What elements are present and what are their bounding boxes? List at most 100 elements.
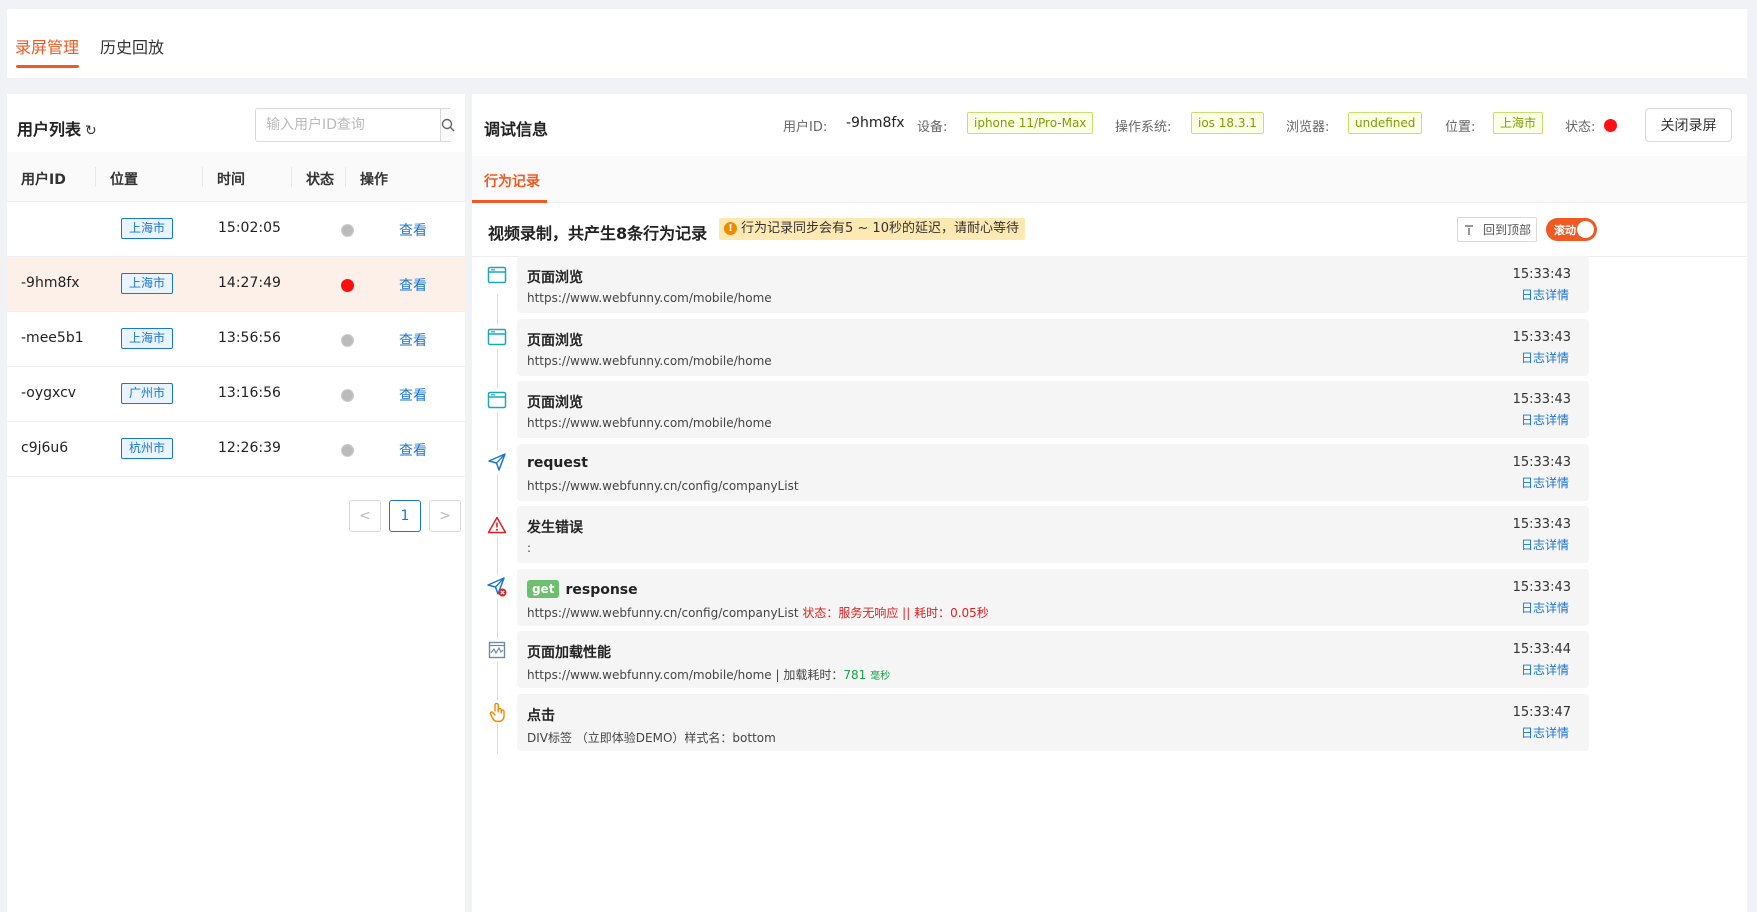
- view-link[interactable]: 查看: [399, 440, 427, 460]
- record-detail: :: [527, 541, 532, 555]
- log-detail-link[interactable]: 日志详情: [1521, 474, 1569, 491]
- paper-plane-error-icon: [485, 575, 509, 599]
- status-dot-online: [341, 279, 354, 292]
- log-detail-link[interactable]: 日志详情: [1521, 724, 1569, 741]
- next-page-button[interactable]: >: [429, 500, 461, 532]
- back-to-top-label: 回到顶部: [1482, 223, 1531, 237]
- user-id-value: -9hm8fx: [846, 115, 905, 131]
- status-dot-offline: [341, 389, 354, 402]
- view-link[interactable]: 查看: [399, 275, 427, 295]
- column-action: 操作: [360, 172, 388, 188]
- record-card: 页面浏览 https://www.webfunny.com/mobile/hom…: [517, 256, 1589, 313]
- view-link[interactable]: 查看: [399, 385, 427, 405]
- column-location: 位置: [110, 172, 138, 188]
- record-title: 页面浏览: [527, 333, 583, 349]
- record-time: 15:33:43: [1512, 580, 1571, 595]
- status-label: 状态:: [1565, 120, 1596, 135]
- response-status-text: 状态：服务无响应 || 耗时：0.05秒: [802, 606, 989, 620]
- user-search: [255, 108, 455, 142]
- record-detail: https://www.webfunny.com/mobile/home | 加…: [527, 666, 890, 683]
- log-detail-link[interactable]: 日志详情: [1521, 286, 1569, 303]
- location-tag: 杭州市: [121, 438, 174, 459]
- log-detail-link[interactable]: 日志详情: [1521, 349, 1569, 366]
- search-input[interactable]: [256, 109, 440, 141]
- table-header: 用户ID 位置 时间 状态 操作: [7, 152, 465, 202]
- log-detail-link[interactable]: 日志详情: [1521, 661, 1569, 678]
- record-url: https://www.webfunny.cn/config/companyLi…: [527, 606, 799, 620]
- user-id-label: 用户ID:: [783, 120, 828, 135]
- scroll-toggle[interactable]: 滚动: [1546, 218, 1597, 241]
- browser-label: 浏览器:: [1286, 120, 1330, 135]
- scroll-toggle-label: 滚动: [1554, 224, 1576, 237]
- record-detail: https://www.webfunny.com/mobile/home: [527, 416, 772, 430]
- browser-window-icon: [485, 263, 509, 287]
- record-detail: https://www.webfunny.cn/config/companyLi…: [527, 479, 799, 493]
- status-dot-offline: [341, 224, 354, 237]
- record-title: 页面浏览: [527, 395, 583, 411]
- column-user-id: 用户ID: [21, 172, 66, 188]
- column-status: 状态: [306, 172, 334, 188]
- table-row[interactable]: c9j6u6 杭州市 12:26:39 查看: [7, 422, 465, 477]
- record-card: 页面加载性能 https://www.webfunny.com/mobile/h…: [517, 631, 1589, 688]
- record-card: get response https://www.webfunny.cn/conf…: [517, 569, 1589, 626]
- column-divider: [345, 167, 346, 187]
- cell-user-id: -oygxcv: [21, 385, 77, 401]
- record-time: 15:33:43: [1512, 392, 1571, 407]
- record-time: 15:33:43: [1512, 455, 1571, 470]
- record-card: 发生错误 : 15:33:43 日志详情: [517, 506, 1589, 563]
- records-header: 视频录制，共产生8条行为记录 ! 行为记录同步会有5 ~ 10秒的延迟，请耐心等…: [472, 203, 1747, 257]
- log-detail-link[interactable]: 日志详情: [1521, 536, 1569, 553]
- record-time: 15:33:43: [1512, 267, 1571, 282]
- sub-tab-bar: 行为记录: [472, 156, 1747, 203]
- view-link[interactable]: 查看: [399, 220, 427, 240]
- page-1-button[interactable]: 1: [389, 500, 421, 532]
- records-title: 视频录制，共产生8条行为记录: [488, 224, 708, 243]
- record-time: 15:33:43: [1512, 517, 1571, 532]
- device-label: 设备:: [917, 120, 948, 135]
- tap-finger-icon: [485, 700, 509, 724]
- method-badge: get: [527, 580, 560, 598]
- table-row[interactable]: 上海市 15:02:05 查看: [7, 202, 465, 257]
- delay-notice-text: 行为记录同步会有5 ~ 10秒的延迟，请耐心等待: [741, 221, 1019, 236]
- prev-page-button[interactable]: <: [349, 500, 381, 532]
- record-detail: DIV标签 （立即体验DEMO）样式名：bottom: [527, 731, 776, 745]
- record-card: request https://www.webfunny.cn/config/c…: [517, 444, 1589, 501]
- log-detail-link[interactable]: 日志详情: [1521, 599, 1569, 616]
- location-tag: 上海市: [121, 328, 174, 349]
- back-to-top-button[interactable]: 回到顶部: [1457, 217, 1537, 242]
- column-divider: [95, 167, 96, 187]
- view-link[interactable]: 查看: [399, 330, 427, 350]
- info-icon: !: [724, 222, 737, 235]
- debug-info-title: 调试信息: [484, 120, 549, 139]
- search-icon: [441, 118, 455, 132]
- top-tab-bar: 录屏管理 历史回放: [7, 9, 1747, 78]
- debug-info-panel: 调试信息 用户ID: -9hm8fx 设备: iphone 11/Pro-Max…: [472, 94, 1747, 912]
- table-row-selected[interactable]: -9hm8fx 上海市 14:27:49 查看: [7, 257, 465, 312]
- tab-behavior-records[interactable]: 行为记录: [484, 171, 540, 191]
- log-detail-link[interactable]: 日志详情: [1521, 411, 1569, 428]
- refresh-icon[interactable]: ↻: [85, 123, 97, 139]
- location-tag: 广州市: [121, 383, 174, 404]
- record-detail: https://www.webfunny.com/mobile/home: [527, 354, 772, 368]
- record-time: 15:33:47: [1512, 705, 1571, 720]
- location-label: 位置:: [1445, 120, 1476, 135]
- table-row[interactable]: -oygxcv 广州市 13:16:56 查看: [7, 367, 465, 422]
- tab-history-playback[interactable]: 历史回放: [100, 34, 164, 58]
- record-title: request: [527, 455, 588, 471]
- record-card: 点击 DIV标签 （立即体验DEMO）样式名：bottom 15:33:47 日…: [517, 694, 1589, 751]
- close-recording-button[interactable]: 关闭录屏: [1645, 108, 1732, 142]
- search-button[interactable]: [440, 109, 455, 141]
- table-row[interactable]: -mee5b1 上海市 13:56:56 查看: [7, 312, 465, 367]
- cell-time: 15:02:05: [218, 220, 281, 236]
- cell-time: 14:27:49: [218, 275, 281, 291]
- browser-window-icon: [485, 388, 509, 412]
- tab-screen-recording[interactable]: 录屏管理: [15, 34, 79, 58]
- record-url: https://www.webfunny.com/mobile/home | 加…: [527, 668, 844, 682]
- record-title: 页面加载性能: [527, 645, 611, 661]
- browser-window-icon: [485, 325, 509, 349]
- record-detail: https://www.webfunny.cn/config/companyLi…: [527, 604, 989, 621]
- load-time-value: 781: [843, 668, 867, 682]
- active-tab-indicator: [16, 65, 79, 68]
- column-divider: [202, 167, 203, 187]
- record-title: 页面浏览: [527, 270, 583, 286]
